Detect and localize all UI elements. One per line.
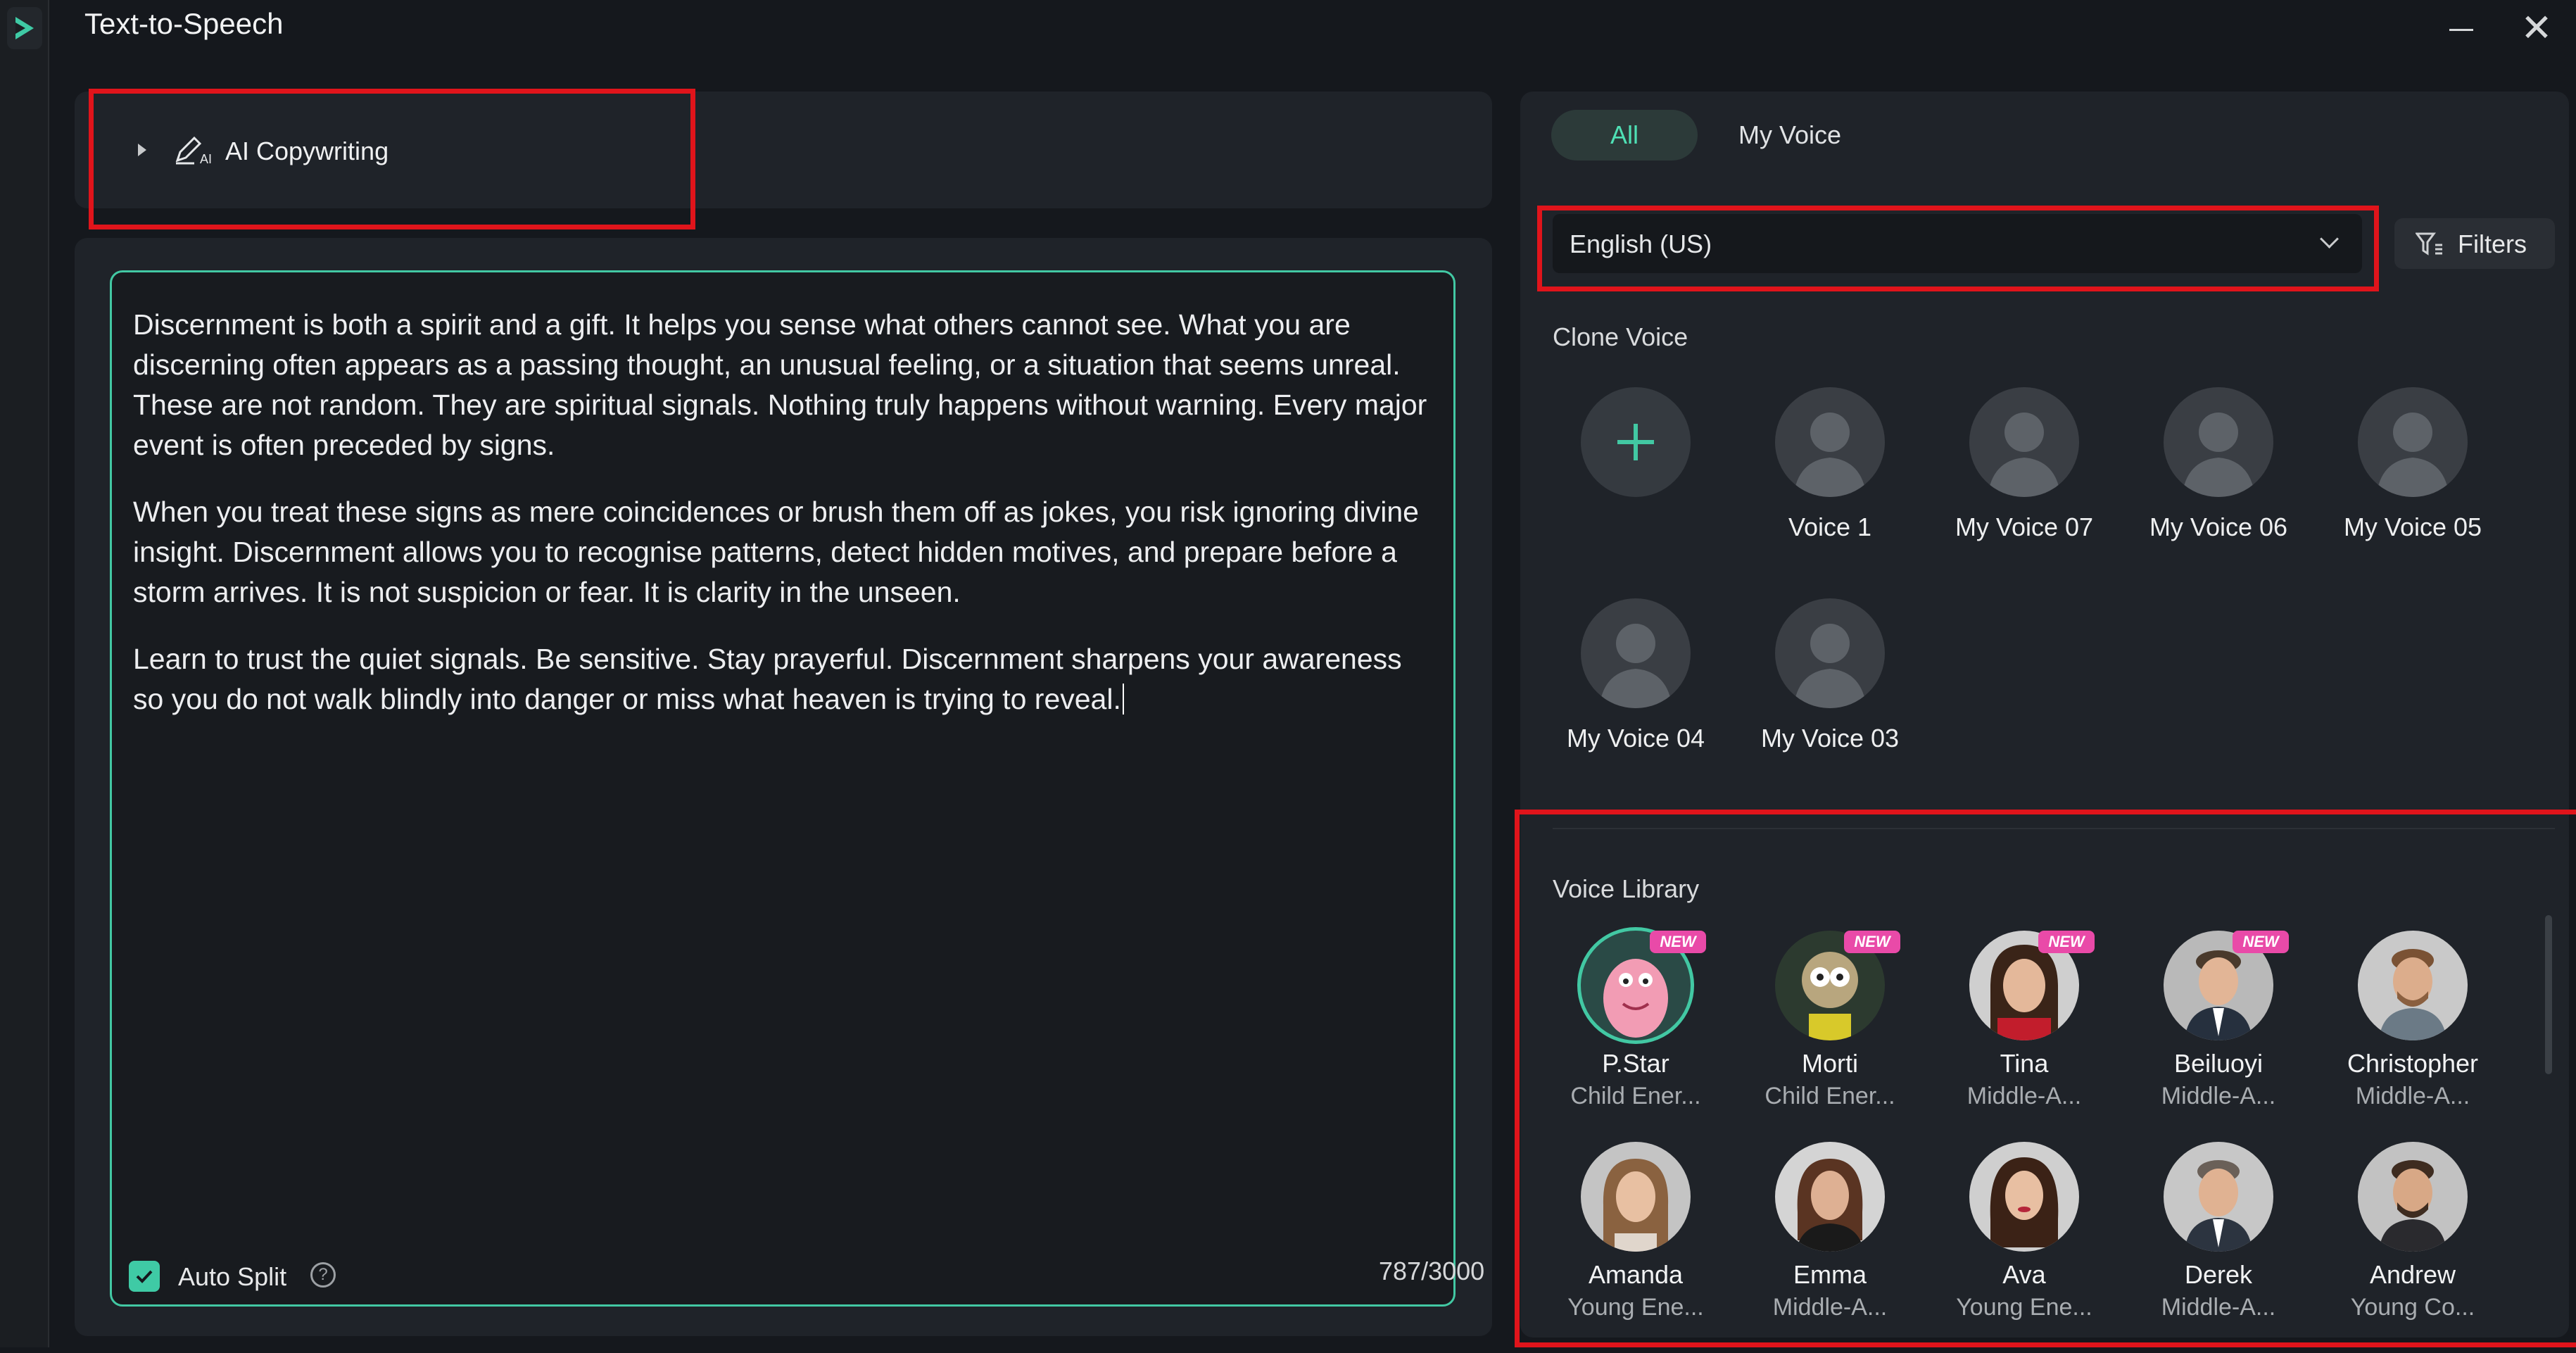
user-silhouette-icon [1969,387,2079,497]
filter-icon [2416,232,2442,256]
script-paragraph: Learn to trust the quiet signals. Be sen… [133,643,1402,715]
highlight-box [1515,810,2576,1347]
help-icon[interactable]: ? [310,1262,336,1288]
clone-voice-name: My Voice 06 [2149,512,2288,541]
clone-voice-item[interactable]: My Voice 03 [1745,598,1914,781]
clone-voice-item[interactable]: Voice 1 [1745,387,1914,570]
clone-voice-item[interactable]: My Voice 05 [2328,387,2497,570]
add-clone-voice-button[interactable] [1551,387,1720,570]
user-silhouette-icon [2358,387,2468,497]
clone-voice-name: My Voice 05 [2343,512,2482,541]
text-caret [1122,684,1124,715]
app-logo-icon [7,7,42,49]
add-icon [1581,387,1691,497]
background-app-sidebar [0,0,49,1347]
script-paragraph: When you treat these signs as mere coinc… [133,496,1419,608]
user-silhouette-icon [1581,598,1691,708]
auto-split-label: Auto Split [178,1262,287,1291]
character-counter: 787/3000 [1379,1257,1485,1285]
clone-voice-name: Voice 1 [1788,512,1872,541]
tab-all[interactable]: All [1551,110,1698,161]
user-silhouette-icon [1775,598,1885,708]
clone-voice-item[interactable]: My Voice 06 [2134,387,2303,570]
highlight-box [1537,206,2379,291]
minimize-button[interactable] [2441,10,2480,49]
filters-button[interactable]: Filters [2394,218,2555,269]
clone-voice-item[interactable]: My Voice 04 [1551,598,1720,781]
text-to-speech-dialog: Text-to-Speech ✕ AI AI Copywriting Disce… [49,0,2576,1347]
window-title: Text-to-Speech [84,7,284,40]
script-text-editor[interactable]: Discernment is both a spirit and a gift.… [110,270,1484,1307]
script-text[interactable]: Discernment is both a spirit and a gift.… [133,305,1428,746]
script-paragraph: Discernment is both a spirit and a gift.… [133,308,1427,461]
close-button[interactable]: ✕ [2517,8,2556,48]
user-silhouette-icon [1775,387,1885,497]
clone-voice-name: My Voice 07 [1955,512,2094,541]
user-silhouette-icon [2164,387,2273,497]
tab-my-voice[interactable]: My Voice [1738,110,1921,161]
clone-voice-item[interactable]: My Voice 07 [1940,387,2109,570]
clone-voice-name: My Voice 04 [1566,724,1705,753]
filters-label: Filters [2458,229,2527,258]
clone-voice-name: My Voice 03 [1760,724,1900,753]
clone-voice-title: Clone Voice [1553,322,1688,351]
highlight-box [89,89,695,229]
auto-split-checkbox[interactable] [129,1261,160,1292]
